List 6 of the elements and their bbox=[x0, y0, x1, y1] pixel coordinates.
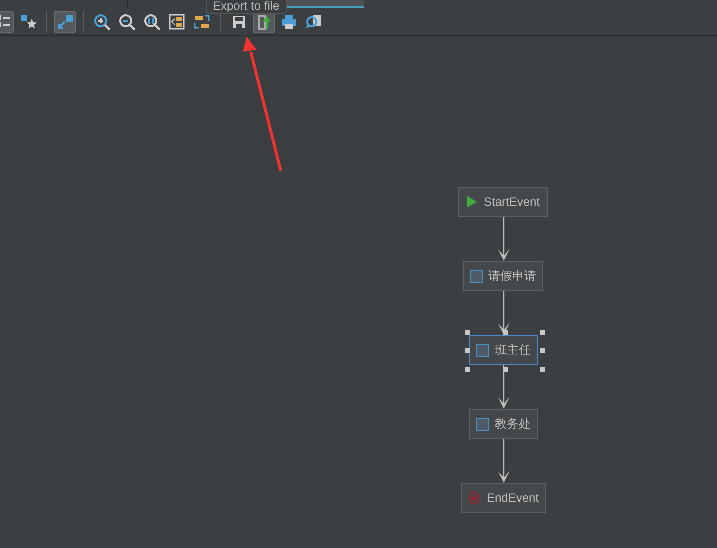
node-label: 班主任 bbox=[495, 342, 531, 359]
tooltip: Export to file bbox=[206, 0, 287, 14]
node-label: StartEvent bbox=[484, 194, 540, 211]
node-label: EndEvent bbox=[486, 490, 540, 507]
node-label: 请假申请 bbox=[488, 268, 536, 285]
node-label: 教务处 bbox=[495, 416, 531, 433]
